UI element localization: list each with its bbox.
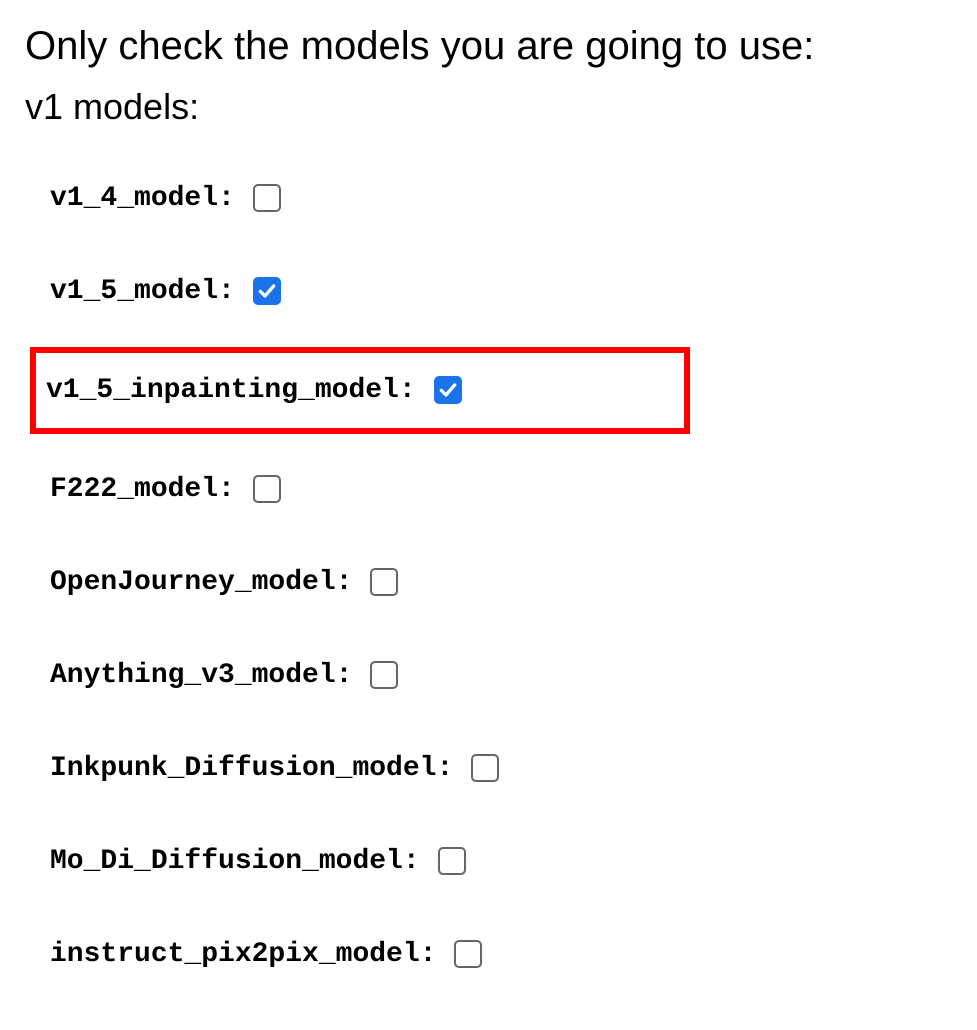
checkbox-mo-di-diffusion-model[interactable]: [438, 847, 466, 875]
check-icon: [257, 281, 277, 301]
model-row-inkpunk-diffusion-model: Inkpunk_Diffusion_model:: [50, 731, 952, 806]
checkbox-v1-4-model[interactable]: [253, 184, 281, 212]
model-row-v1-5-inpainting-model: v1_5_inpainting_model:: [30, 347, 690, 434]
model-row-v1-5-model: v1_5_model:: [50, 254, 952, 329]
model-row-f222-model: F222_model:: [50, 452, 952, 527]
model-row-v1-4-model: v1_4_model:: [50, 161, 952, 236]
model-label-v1-5-model: v1_5_model:: [50, 276, 235, 307]
model-row-instruct-pix2pix-model: instruct_pix2pix_model:: [50, 917, 952, 992]
checkbox-f222-model[interactable]: [253, 475, 281, 503]
checkbox-instruct-pix2pix-model[interactable]: [454, 940, 482, 968]
checkbox-anything-v3-model[interactable]: [370, 661, 398, 689]
checkbox-inkpunk-diffusion-model[interactable]: [471, 754, 499, 782]
model-row-mo-di-diffusion-model: Mo_Di_Diffusion_model:: [50, 824, 952, 899]
model-checkbox-list: v1_4_model: v1_5_model: v1_5_inpainting_mo…: [25, 161, 952, 992]
model-label-openjourney-model: OpenJourney_model:: [50, 567, 352, 598]
checkbox-v1-5-model[interactable]: [253, 277, 281, 305]
model-label-v1-5-inpainting-model: v1_5_inpainting_model:: [46, 375, 416, 406]
checkbox-openjourney-model[interactable]: [370, 568, 398, 596]
model-label-v1-4-model: v1_4_model:: [50, 183, 235, 214]
section-heading: Only check the models you are going to u…: [25, 20, 952, 72]
model-label-mo-di-diffusion-model: Mo_Di_Diffusion_model:: [50, 846, 420, 877]
model-row-anything-v3-model: Anything_v3_model:: [50, 638, 952, 713]
model-label-instruct-pix2pix-model: instruct_pix2pix_model:: [50, 939, 436, 970]
model-label-f222-model: F222_model:: [50, 474, 235, 505]
model-label-anything-v3-model: Anything_v3_model:: [50, 660, 352, 691]
model-row-openjourney-model: OpenJourney_model:: [50, 545, 952, 620]
section-subheading: v1 models:: [25, 84, 952, 131]
check-icon: [438, 380, 458, 400]
checkbox-v1-5-inpainting-model[interactable]: [434, 376, 462, 404]
model-label-inkpunk-diffusion-model: Inkpunk_Diffusion_model:: [50, 753, 453, 784]
